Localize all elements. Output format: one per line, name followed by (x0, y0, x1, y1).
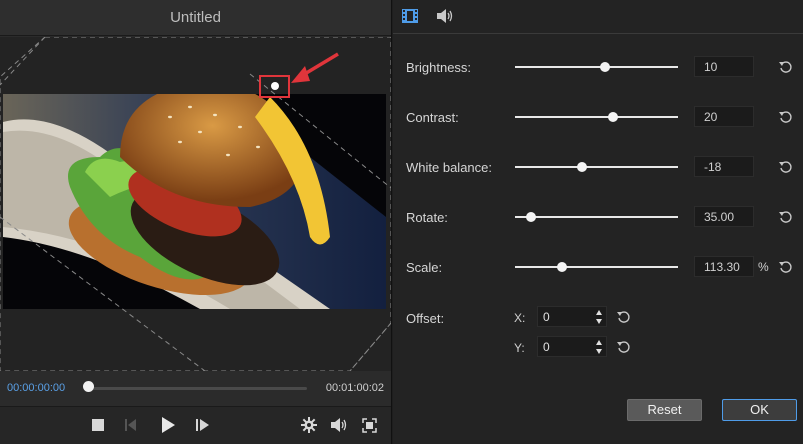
current-time: 00:00:00:00 (7, 382, 66, 394)
stepper-arrows-icon[interactable] (595, 339, 603, 355)
fullscreen-icon[interactable] (359, 415, 379, 435)
seek-thumb[interactable] (82, 381, 94, 392)
rotate-label: Rotate: (406, 210, 448, 225)
white-balance-slider-knob[interactable] (576, 162, 587, 172)
timeline: 00:00:00:00 00:01:00:02 (0, 372, 391, 406)
offset-y-stepper[interactable]: 0 (537, 336, 607, 357)
offset-x-label: X: (514, 311, 526, 325)
rotate-slider-knob[interactable] (526, 212, 537, 222)
contrast-slider-knob[interactable] (607, 112, 618, 122)
offset-y-value: 0 (543, 340, 550, 354)
contrast-value[interactable]: 20 (694, 106, 754, 127)
ok-button[interactable]: OK (722, 399, 797, 421)
reset-button[interactable]: Reset (627, 399, 702, 421)
adjust-panel: Brightness: 10 Contrast: 20 White balanc… (393, 0, 803, 444)
audio-icon (437, 9, 453, 23)
brightness-slider-knob[interactable] (599, 62, 610, 72)
video-preview[interactable] (0, 37, 391, 371)
tab-bar (393, 0, 803, 34)
contrast-reset-icon[interactable] (779, 110, 793, 124)
offset-x-stepper[interactable]: 0 (537, 306, 607, 327)
brightness-reset-icon[interactable] (779, 60, 793, 74)
offset-x-reset-icon[interactable] (617, 310, 631, 324)
rotate-slider[interactable] (515, 212, 678, 222)
preview-panel: Untitled 00:00:00:00 00:01:00:02 (0, 0, 392, 444)
brightness-value[interactable]: 10 (694, 56, 754, 77)
rotate-reset-icon[interactable] (779, 210, 793, 224)
brightness-label: Brightness: (406, 60, 472, 75)
offset-x-value: 0 (543, 310, 550, 324)
prev-frame-icon[interactable] (122, 415, 142, 435)
volume-icon[interactable] (330, 415, 350, 435)
stop-icon[interactable] (88, 415, 108, 435)
scale-value[interactable]: 113.30 (694, 256, 754, 277)
rotate-value[interactable]: 35.00 (694, 206, 754, 227)
white-balance-value[interactable]: -18 (694, 156, 754, 177)
preview-canvas (0, 37, 391, 371)
total-time: 00:01:00:02 (325, 382, 384, 394)
next-frame-icon[interactable] (193, 415, 213, 435)
video-frame (3, 94, 386, 309)
player-controls (0, 406, 391, 444)
tab-video[interactable] (402, 9, 420, 25)
scale-unit: % (758, 260, 769, 274)
scale-label: Scale: (406, 260, 443, 275)
brightness-slider[interactable] (515, 62, 678, 72)
white-balance-slider[interactable] (515, 162, 678, 172)
video-icon (402, 9, 418, 23)
scale-slider[interactable] (515, 262, 678, 272)
contrast-slider[interactable] (515, 112, 678, 122)
offset-label: Offset: (406, 311, 445, 326)
rotate-handle (271, 82, 279, 90)
tab-audio[interactable] (437, 9, 455, 25)
window-title: Untitled (0, 0, 391, 36)
scale-slider-knob[interactable] (557, 262, 568, 272)
scale-reset-icon[interactable] (779, 260, 793, 274)
contrast-label: Contrast: (406, 110, 459, 125)
settings-icon[interactable] (299, 415, 319, 435)
white-balance-label: White balance: (406, 160, 492, 175)
stepper-arrows-icon[interactable] (595, 309, 603, 325)
seek-track[interactable] (88, 387, 307, 390)
white-balance-reset-icon[interactable] (779, 160, 793, 174)
offset-y-label: Y: (514, 341, 525, 355)
play-icon[interactable] (158, 415, 178, 435)
offset-y-reset-icon[interactable] (617, 340, 631, 354)
